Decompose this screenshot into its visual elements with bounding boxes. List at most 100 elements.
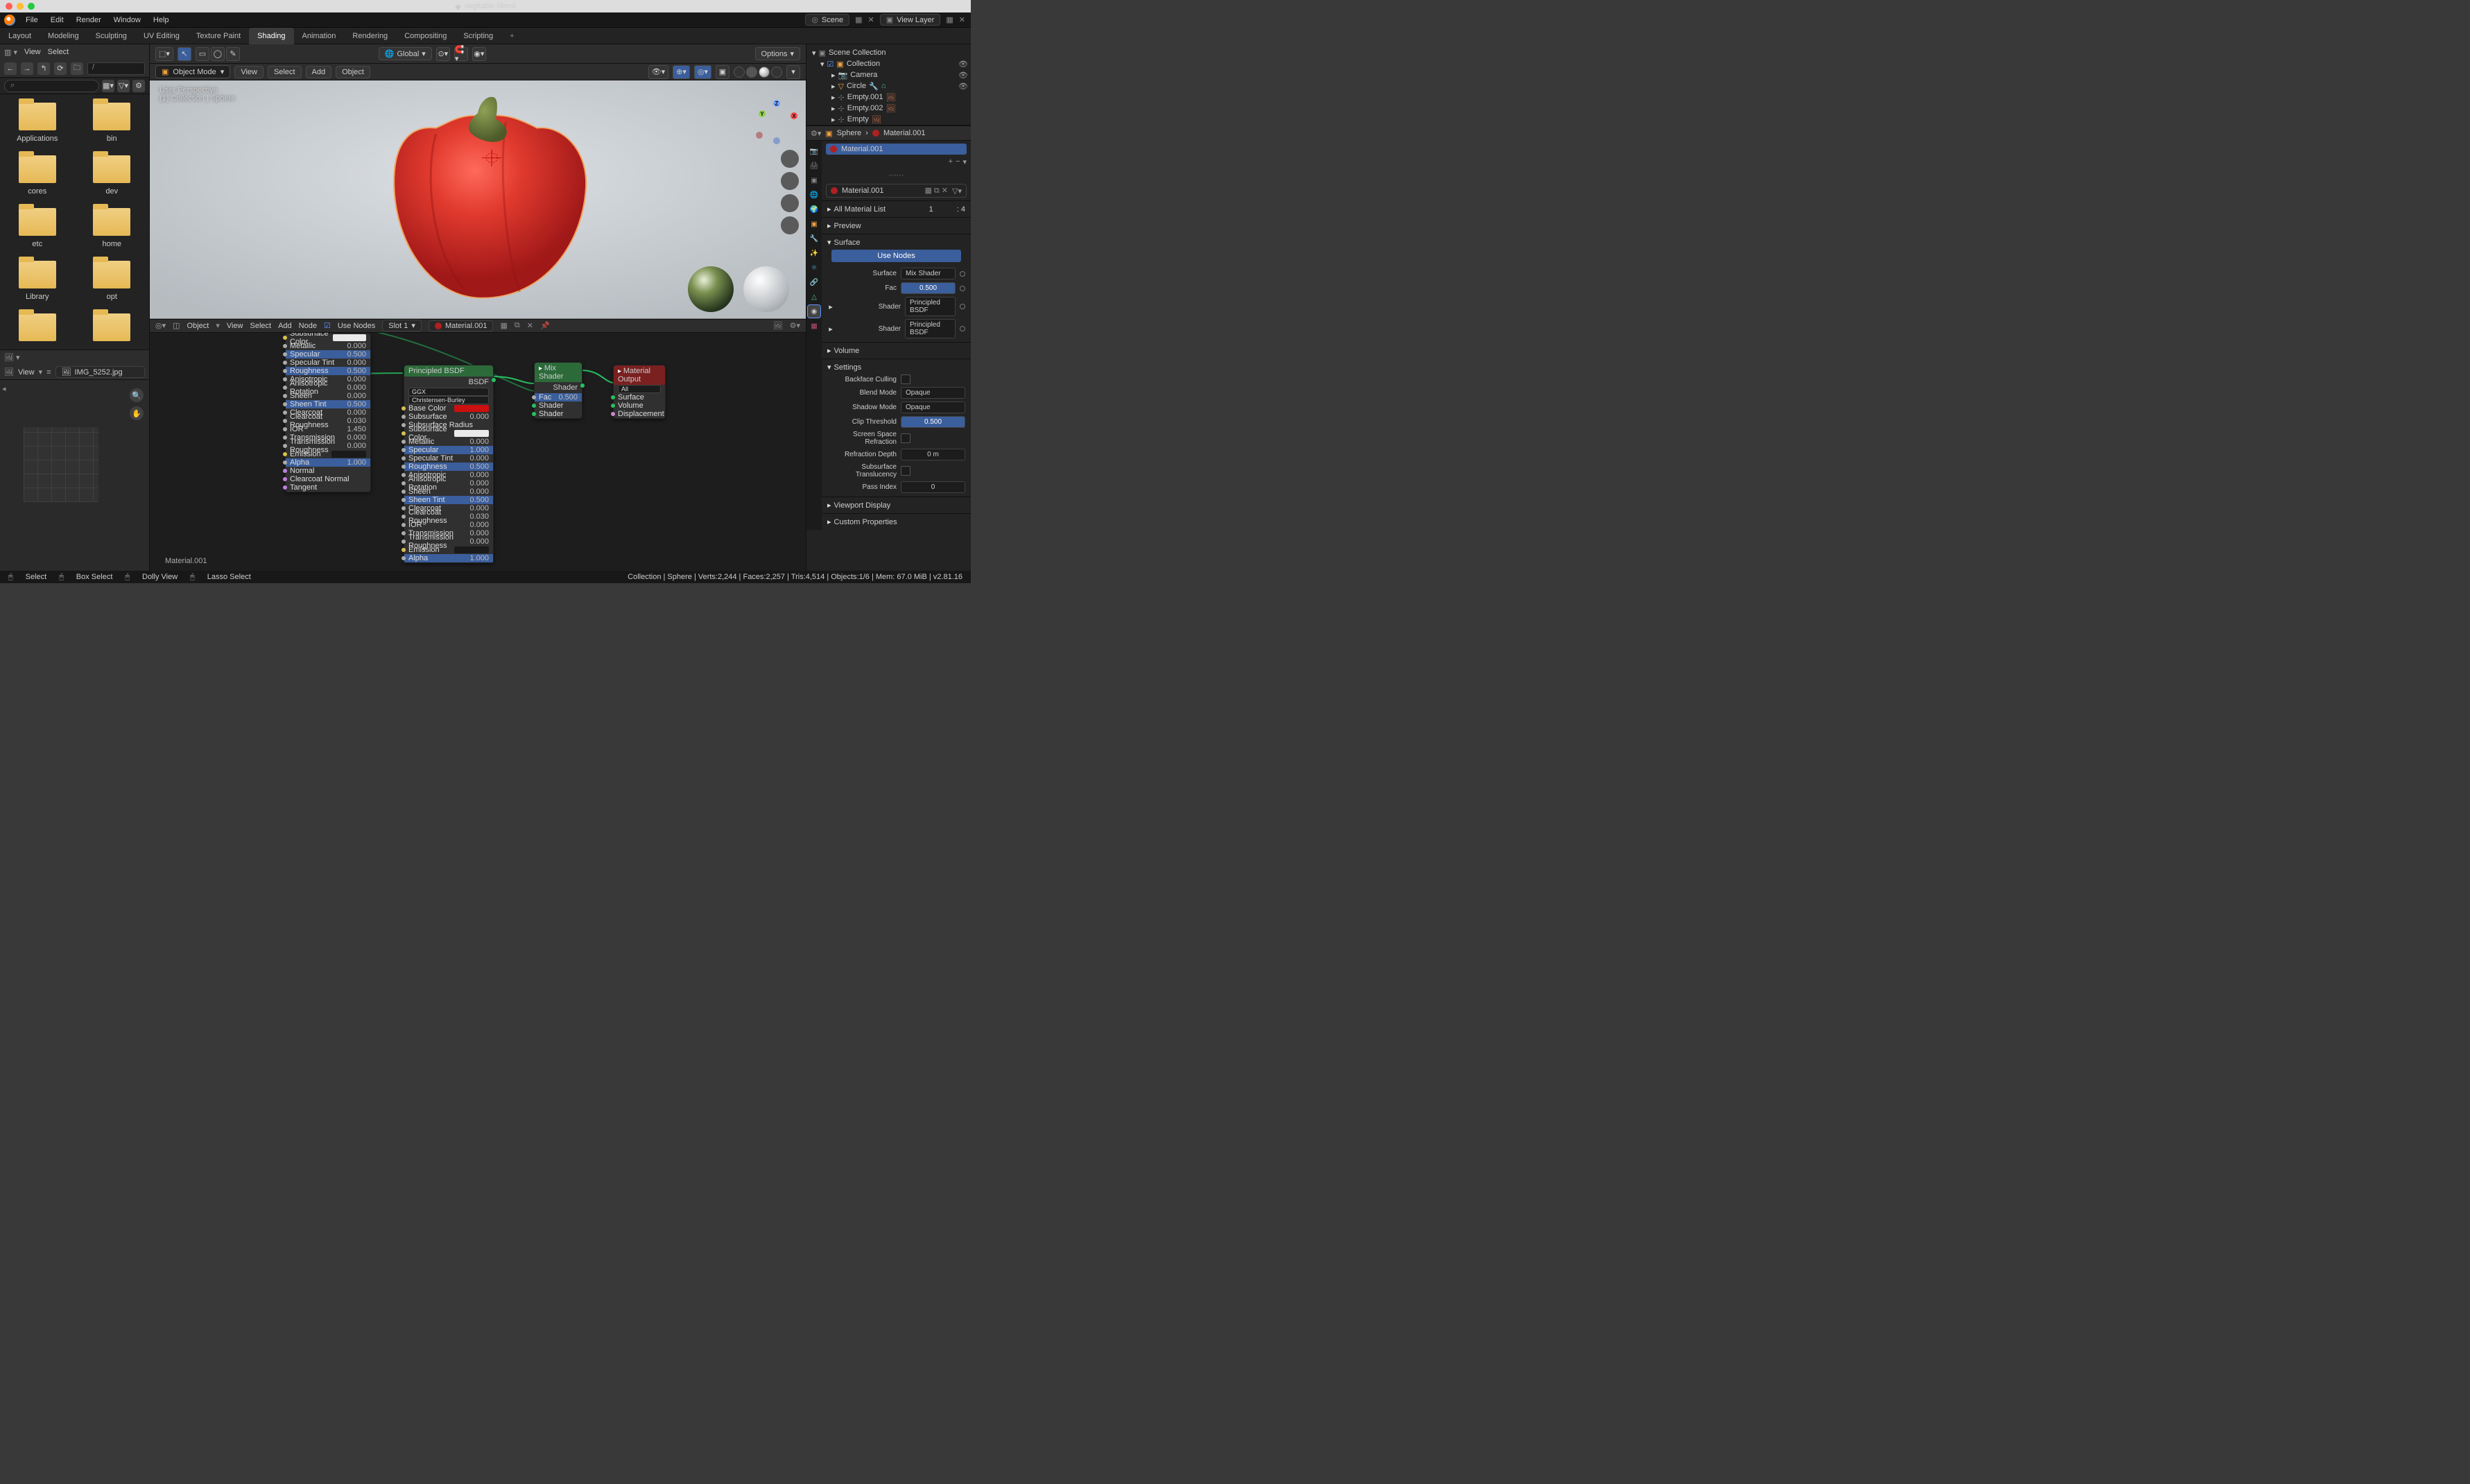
viewlayer-close-icon[interactable]: ✕ <box>959 15 965 24</box>
section-viewport-display[interactable]: ▸ Viewport Display <box>827 499 965 511</box>
ne-menu-view[interactable]: View <box>227 322 243 330</box>
pivot-icon[interactable]: ⊙▾ <box>436 47 450 61</box>
node-input-row[interactable]: Clearcoat Roughness0.030 <box>286 417 370 425</box>
zoom-icon[interactable]: 🔍 <box>130 388 144 402</box>
node-input-row[interactable]: Alpha1.000 <box>286 458 370 467</box>
editor-type-icon[interactable]: ⬚▾ <box>155 47 173 61</box>
ne-menu-select[interactable]: Select <box>250 322 272 330</box>
node-principled-left[interactable]: Subsurface ColorMetallic0.000Specular0.5… <box>285 333 371 492</box>
shader2-field[interactable]: Principled BSDF <box>905 319 956 338</box>
ssr-checkbox[interactable] <box>901 433 910 443</box>
node-input-row[interactable]: Roughness0.500 <box>286 367 370 375</box>
material-new-icon[interactable]: ▦ <box>500 321 507 330</box>
orientation-selector[interactable]: 🌐Global▾ <box>379 47 432 60</box>
shadow-mode-field[interactable]: Opaque <box>901 402 965 413</box>
distribution-dropdown[interactable]: GGX <box>408 388 489 396</box>
node-input-row[interactable]: Alpha1.000 <box>404 554 493 562</box>
shader1-field[interactable]: Principled BSDF <box>905 297 956 316</box>
camera-icon[interactable] <box>781 194 799 212</box>
folder-item[interactable]: etc <box>8 208 67 248</box>
outliner-item-empty[interactable]: ▸⊹Empty🖼 <box>809 114 971 125</box>
section-preview[interactable]: ▸ Preview <box>827 220 965 232</box>
3d-viewport[interactable]: User Perspective (1) Collection | Sphere… <box>150 80 806 319</box>
settings-icon[interactable]: ⚙ <box>132 80 145 92</box>
scene-selector[interactable]: ◎Scene <box>805 14 849 26</box>
viewlayer-selector[interactable]: ▣View Layer <box>880 14 941 26</box>
node-input-row[interactable]: Clearcoat Roughness0.030 <box>404 512 493 521</box>
vp-menu-object[interactable]: Object <box>336 66 370 78</box>
tab-texture-icon[interactable]: ▦ <box>808 320 820 332</box>
close-icon[interactable] <box>6 3 12 10</box>
folder-item[interactable] <box>83 313 141 341</box>
folder-item[interactable]: bin <box>83 103 141 143</box>
lookdev-shade-icon[interactable] <box>759 67 770 78</box>
section-all-materials[interactable]: ▸ All Material List1: 4 <box>827 203 965 215</box>
material-selector[interactable]: Material.001 <box>429 320 494 331</box>
outliner-item-circle[interactable]: ▸▽Circle🔧⌂👁 <box>809 80 971 92</box>
nav-forward-icon[interactable]: → <box>21 62 33 75</box>
vp-menu-view[interactable]: View <box>234 66 264 78</box>
select-box-icon[interactable]: ▭ <box>196 47 209 61</box>
section-volume[interactable]: ▸ Volume <box>827 345 965 356</box>
fb-menu-view[interactable]: View <box>24 48 41 56</box>
tab-sculpting[interactable]: Sculpting <box>87 28 135 44</box>
tab-rendering[interactable]: Rendering <box>344 28 396 44</box>
ne-object[interactable]: Object <box>187 322 209 330</box>
slot-remove-icon[interactable]: − <box>956 157 960 166</box>
viewlayer-add-icon[interactable]: ▦ <box>946 15 953 24</box>
select-lasso-icon[interactable]: ✎ <box>226 47 240 61</box>
prop-link-icon[interactable] <box>960 304 965 309</box>
folder-item[interactable]: Applications <box>8 103 67 143</box>
cursor-tool-icon[interactable]: ↖ <box>178 47 191 61</box>
node-input-row[interactable]: Anisotropic Rotation0.000 <box>286 383 370 392</box>
pin-icon[interactable]: 📌 <box>540 321 550 330</box>
slot-add-icon[interactable]: + <box>949 157 953 166</box>
pan-icon[interactable]: ✋ <box>130 406 144 420</box>
collapse-icon[interactable]: ◂ <box>2 384 6 393</box>
filter-icon[interactable]: ▽▾ <box>117 80 130 92</box>
menu-help[interactable]: Help <box>147 12 175 28</box>
nav-refresh-icon[interactable]: ⟳ <box>54 62 67 75</box>
node-input-row[interactable]: Transmission Roughness0.000 <box>404 537 493 546</box>
shader-input-1[interactable]: Shader <box>539 402 578 410</box>
node-input-row[interactable]: Sheen0.000 <box>404 488 493 496</box>
folder-item[interactable]: cores <box>8 155 67 196</box>
overlays-toggle-icon[interactable]: ◎▾ <box>694 65 711 79</box>
material-slot[interactable]: Material.001 <box>826 144 967 155</box>
breadcrumb-obj[interactable]: Sphere <box>837 129 861 137</box>
node-input-row[interactable]: Sheen0.000 <box>286 392 370 400</box>
material-copy-icon[interactable]: ⧉ <box>515 321 520 330</box>
filter-visibility-icon[interactable]: 👁▾ <box>648 65 669 79</box>
nav-back-icon[interactable]: ← <box>4 62 17 75</box>
slot-selector[interactable]: Slot 1▾ <box>382 320 422 331</box>
backface-checkbox[interactable] <box>901 374 910 384</box>
nav-gizmo[interactable]: Z Y X <box>754 100 799 144</box>
material-unlink-icon[interactable]: ✕ <box>527 321 533 330</box>
outliner-root[interactable]: ▾▣Scene Collection <box>809 47 971 58</box>
node-input-row[interactable]: Transmission Roughness0.000 <box>286 442 370 450</box>
nav-up-icon[interactable]: ↰ <box>37 62 50 75</box>
vp-menu-add[interactable]: Add <box>306 66 332 78</box>
tab-physics-icon[interactable]: ⚛ <box>808 261 820 274</box>
tab-scene-icon[interactable]: 🌐 <box>808 189 820 201</box>
node-input-row[interactable]: Sheen Tint0.500 <box>404 496 493 504</box>
node-input-row[interactable]: Metallic0.000 <box>286 342 370 350</box>
tab-compositing[interactable]: Compositing <box>396 28 455 44</box>
outliner-item-camera[interactable]: ▸📷Camera👁 <box>809 69 971 80</box>
viewport-options[interactable]: Options▾ <box>755 47 800 60</box>
volume-input[interactable]: Volume <box>618 402 661 410</box>
image-file-field[interactable]: 🖼IMG_5252.jpg <box>55 366 145 378</box>
tab-add[interactable]: + <box>501 28 522 44</box>
editor-type-icon[interactable]: ⚙▾ <box>811 129 821 138</box>
folder-item[interactable]: opt <box>83 261 141 301</box>
sst-checkbox[interactable] <box>901 466 910 476</box>
eye-icon[interactable]: 👁 <box>958 71 968 80</box>
ne-options-icon[interactable]: ⚙▾ <box>790 321 800 330</box>
slot-menu-icon[interactable]: ▾ <box>962 157 967 166</box>
xray-icon[interactable]: ▣ <box>716 65 729 79</box>
fac-input[interactable]: Fac0.500 <box>535 393 582 402</box>
node-input-row[interactable]: Base Color <box>404 404 493 413</box>
editor-type-icon[interactable]: ◎▾ <box>155 321 166 330</box>
fac-slider[interactable]: 0.500 <box>901 282 956 294</box>
path-input[interactable]: / <box>87 62 145 75</box>
